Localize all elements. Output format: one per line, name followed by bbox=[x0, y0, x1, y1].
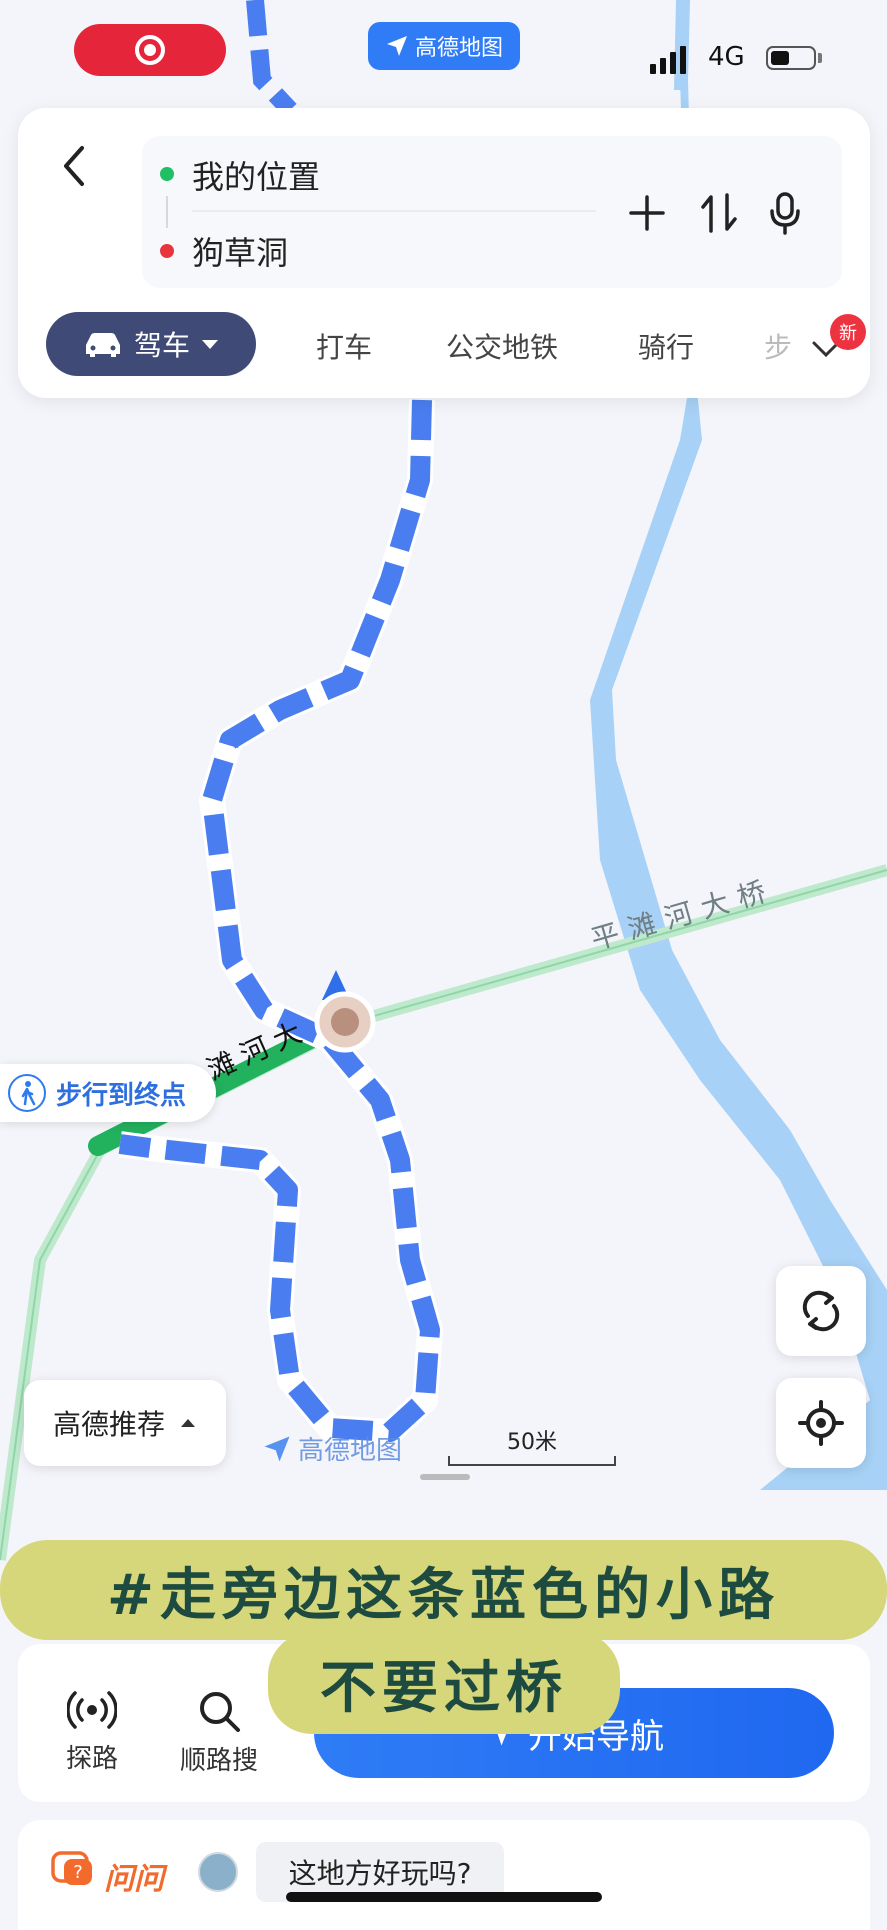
walking-route bbox=[118, 399, 443, 1445]
explore-button[interactable]: 探路 bbox=[66, 1688, 118, 1775]
new-badge: 新 bbox=[830, 314, 866, 350]
tab-driving-label: 驾车 bbox=[133, 329, 190, 362]
swap-route-button[interactable] bbox=[694, 188, 744, 238]
battery-tip bbox=[818, 53, 822, 63]
route-connector bbox=[166, 196, 168, 228]
walk-to-end-button[interactable]: 步行到终点 bbox=[0, 1064, 216, 1122]
tab-walking-partial[interactable]: 步 bbox=[764, 326, 792, 366]
tab-taxi[interactable]: 打车 bbox=[316, 326, 372, 366]
battery-icon bbox=[766, 46, 816, 70]
explore-label: 探路 bbox=[66, 1744, 119, 1774]
walk-to-end-label: 步行到终点 bbox=[56, 1080, 187, 1111]
destination-field[interactable]: 狗草洞 bbox=[192, 228, 288, 274]
amap-logo-icon bbox=[386, 36, 407, 56]
caption-line-2: 不要过桥 bbox=[268, 1632, 620, 1734]
home-indicator[interactable] bbox=[286, 1892, 602, 1902]
ask-label[interactable]: 问问 bbox=[104, 1854, 164, 1898]
search-along-route-label: 顺路搜 bbox=[180, 1746, 259, 1776]
caret-down-icon bbox=[202, 340, 218, 349]
network-type: 4G bbox=[708, 42, 745, 72]
origin-field[interactable]: 我的位置 bbox=[192, 152, 320, 198]
signal-icon bbox=[650, 46, 686, 74]
pedestrian-icon bbox=[8, 1074, 46, 1112]
plus-icon bbox=[629, 195, 665, 231]
swap-icon bbox=[701, 193, 737, 233]
record-icon bbox=[135, 35, 165, 65]
refresh-route-button[interactable] bbox=[776, 1266, 866, 1356]
tab-transit[interactable]: 公交地铁 bbox=[446, 326, 558, 366]
avatar bbox=[198, 1852, 238, 1892]
search-icon bbox=[200, 1692, 240, 1732]
car-icon bbox=[85, 333, 120, 357]
route-divider bbox=[192, 210, 596, 212]
locate-icon bbox=[798, 1400, 844, 1446]
river-top bbox=[674, 0, 686, 90]
app-name: 高德地图 bbox=[414, 36, 503, 61]
tab-driving[interactable]: 驾车 bbox=[46, 312, 256, 376]
amap-logo-icon bbox=[264, 1436, 290, 1461]
map-watermark: 高德地图 bbox=[262, 1430, 402, 1467]
scale-label: 50米 bbox=[507, 1430, 557, 1455]
drag-handle[interactable] bbox=[420, 1474, 470, 1480]
recommend-dropdown[interactable]: 高德推荐 bbox=[24, 1380, 226, 1466]
svg-text:?: ? bbox=[73, 1862, 83, 1883]
recommend-label: 高德推荐 bbox=[52, 1408, 165, 1441]
locate-me-button[interactable] bbox=[776, 1378, 866, 1468]
microphone-icon bbox=[770, 192, 800, 235]
search-along-route-button[interactable]: 顺路搜 bbox=[180, 1688, 258, 1777]
broadcast-icon bbox=[67, 1691, 117, 1729]
app-badge: 高德地图 bbox=[368, 22, 520, 70]
destination-dot bbox=[160, 244, 174, 258]
ask-icon[interactable]: ? bbox=[50, 1850, 96, 1890]
upper-path bbox=[246, 0, 297, 117]
watermark-text: 高德地图 bbox=[298, 1436, 403, 1466]
origin-dot bbox=[160, 167, 174, 181]
scale-bar bbox=[448, 1456, 616, 1466]
screen-recording-indicator[interactable] bbox=[74, 24, 226, 76]
voice-input-button[interactable] bbox=[760, 188, 810, 238]
refresh-icon bbox=[802, 1290, 840, 1332]
caption-line-1: #走旁边这条蓝色的小路 bbox=[0, 1540, 887, 1640]
tab-cycling[interactable]: 骑行 bbox=[638, 326, 694, 366]
caret-up-icon bbox=[181, 1419, 195, 1427]
back-arrow-icon[interactable] bbox=[52, 136, 96, 196]
add-waypoint-button[interactable] bbox=[622, 188, 672, 238]
